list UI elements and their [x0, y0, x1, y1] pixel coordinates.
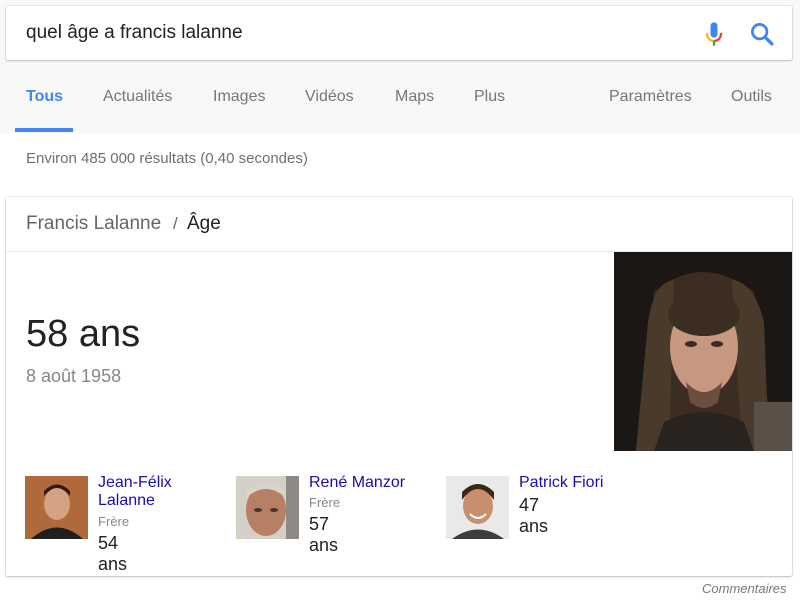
tab-images[interactable]: Images	[213, 88, 265, 106]
tab-videos[interactable]: Vidéos	[305, 88, 354, 106]
related-person-role: Frère	[309, 495, 341, 510]
feedback-link[interactable]: Commentaires	[702, 581, 787, 596]
breadcrumb-entity-link[interactable]: Francis Lalanne	[26, 213, 161, 235]
active-tab-indicator	[15, 128, 73, 132]
tab-maps[interactable]: Maps	[395, 88, 434, 106]
related-person-age: 47 ans	[519, 495, 549, 536]
knowledge-card: Francis Lalanne / Âge 58 ans 8 août 1958	[6, 197, 792, 576]
portrait-image[interactable]	[614, 252, 792, 451]
related-person-name[interactable]: Jean-Félix Lalanne	[98, 474, 208, 510]
related-person-name[interactable]: Patrick Fiori	[519, 474, 629, 492]
related-person-name[interactable]: René Manzor	[309, 474, 419, 492]
answer-value: 58 ans	[26, 313, 141, 355]
header-area: Tous Actualités Images Vidéos Maps Plus …	[0, 0, 800, 133]
results-stats: Environ 485 000 résultats (0,40 secondes…	[26, 150, 308, 167]
search-input[interactable]	[26, 20, 666, 46]
related-person-age: 54 ans	[98, 533, 128, 574]
related-person-age: 57 ans	[309, 514, 339, 555]
tab-news[interactable]: Actualités	[103, 88, 172, 106]
related-person-photo[interactable]	[236, 476, 299, 539]
microphone-icon[interactable]	[700, 20, 728, 48]
breadcrumb-attribute: Âge	[187, 213, 221, 234]
tab-all[interactable]: Tous	[26, 88, 63, 106]
search-box[interactable]	[6, 6, 792, 60]
breadcrumb-separator: /	[173, 214, 178, 233]
birth-date: 8 août 1958	[26, 366, 122, 386]
related-person-photo[interactable]	[446, 476, 509, 539]
related-person-photo[interactable]	[25, 476, 88, 539]
card-header: Francis Lalanne / Âge	[6, 197, 792, 252]
settings-link[interactable]: Paramètres	[609, 88, 692, 106]
search-icon[interactable]	[748, 20, 776, 48]
tab-more[interactable]: Plus	[474, 88, 505, 106]
related-person-role: Frère	[98, 514, 130, 529]
tools-link[interactable]: Outils	[731, 88, 772, 106]
